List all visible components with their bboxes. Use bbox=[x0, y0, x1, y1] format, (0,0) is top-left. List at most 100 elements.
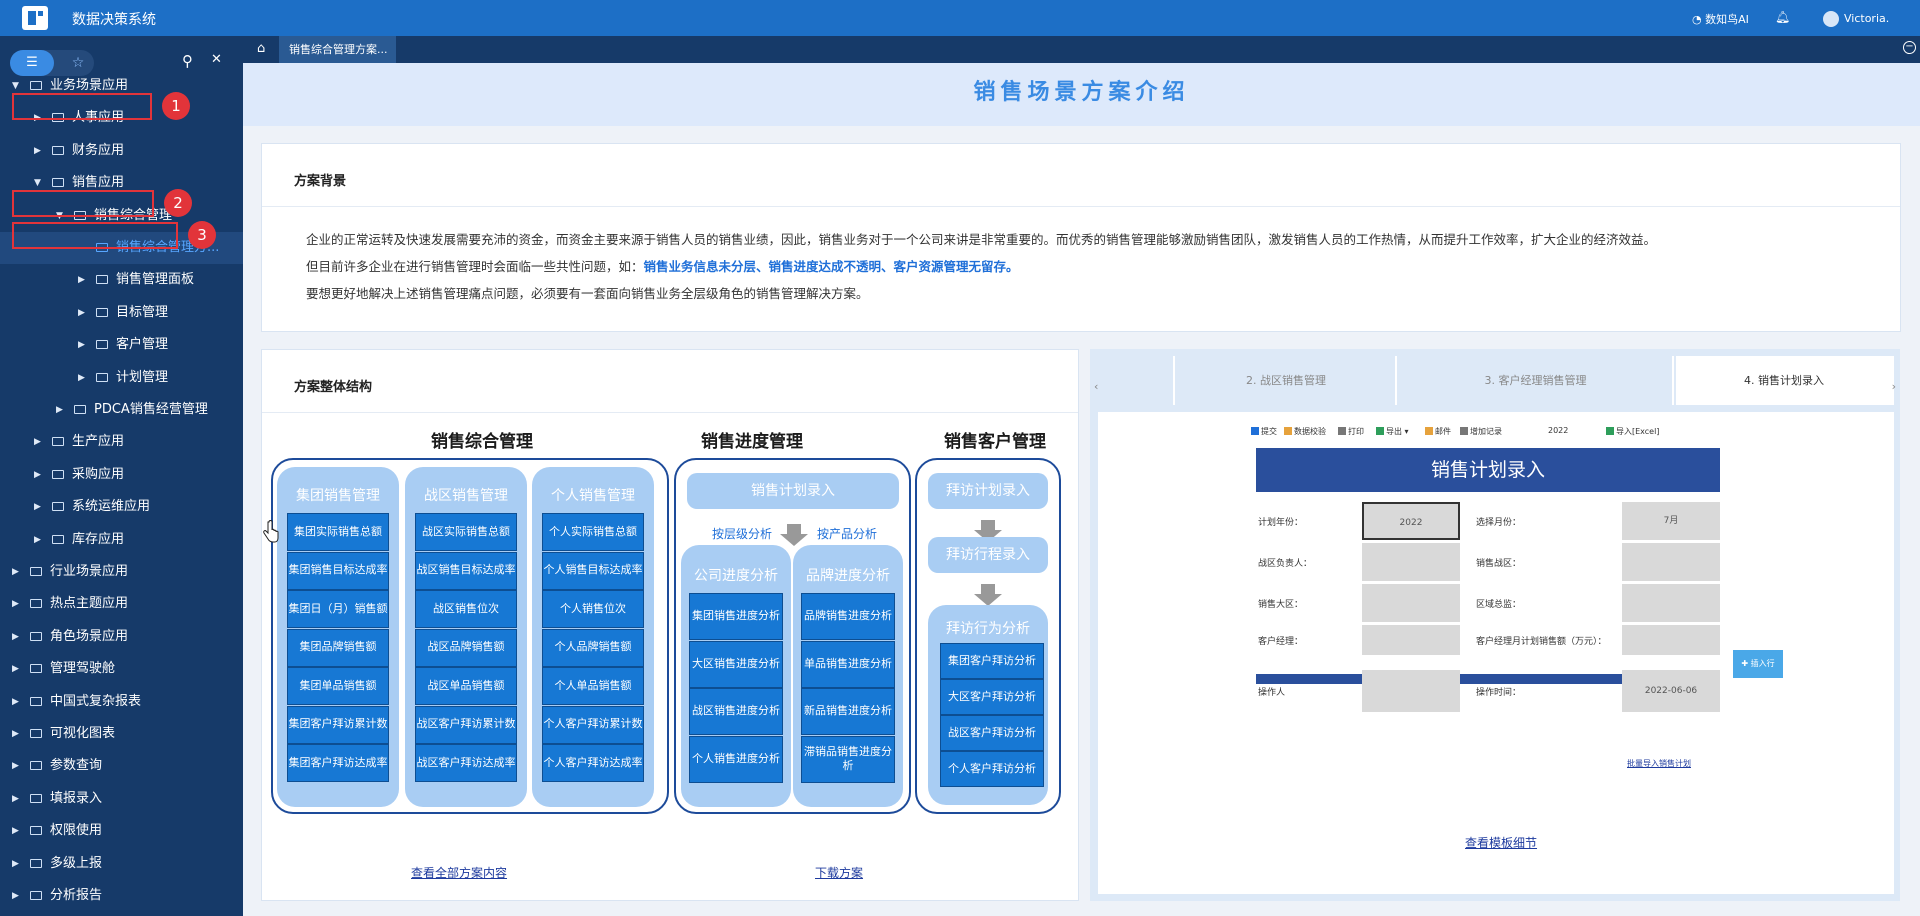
template-preview: 提交 数据校验 打印 导出 ▾ 邮件 增加记录 2022 导入[Excel] 销… bbox=[1098, 412, 1894, 894]
metric-cell: 集团销售进度分析 bbox=[689, 593, 783, 640]
chevron-right-icon[interactable]: ▶ bbox=[34, 426, 41, 458]
sidebar-item[interactable]: ▶ PDCA销售经营管理 bbox=[0, 394, 243, 426]
sidebar-item[interactable]: ▶ 销售管理面板 bbox=[0, 264, 243, 296]
user-menu[interactable]: Victoria. bbox=[1823, 11, 1889, 27]
batch-import-link[interactable]: 批量导入销售计划 bbox=[1627, 758, 1691, 769]
sidebar-item-label: 行业场景应用 bbox=[50, 564, 129, 579]
sidebar-item[interactable]: ▶ 生产应用 bbox=[0, 426, 243, 458]
tab-sales-overview[interactable]: 销售综合管理方案... bbox=[279, 36, 396, 63]
sidebar-item-label: 权限使用 bbox=[50, 823, 103, 839]
bell-icon[interactable]: 🔔︎ bbox=[1775, 10, 1790, 24]
chevron-right-icon[interactable]: ▶ bbox=[34, 491, 41, 523]
sidebar-item[interactable]: ▶ 参数查询 bbox=[0, 750, 243, 782]
card-title: 方案整体结构 bbox=[294, 380, 373, 395]
sidebar-item[interactable]: ▶ 分析报告 bbox=[0, 880, 243, 912]
chevron-right-icon[interactable]: ▶ bbox=[12, 653, 19, 685]
tab-prev[interactable] bbox=[1105, 356, 1175, 405]
sidebar-item[interactable]: ▶ 管理驾驶舱 bbox=[0, 653, 243, 685]
section-title: 销售综合管理 bbox=[431, 432, 533, 452]
chevron-right-icon[interactable]: ▶ bbox=[34, 459, 41, 491]
toolbar-print[interactable]: 打印 bbox=[1338, 426, 1364, 437]
sidebar-item[interactable]: ▶ 热点主题应用 bbox=[0, 588, 243, 620]
search-icon[interactable]: ⚲ bbox=[182, 52, 193, 70]
region-head-field[interactable] bbox=[1622, 584, 1720, 622]
ai-assistant-button[interactable]: ◔ 数知鸟AI bbox=[1692, 11, 1749, 27]
view-all-link[interactable]: 查看全部方案内容 bbox=[411, 864, 507, 881]
chevron-right-icon[interactable]: ▶ bbox=[12, 815, 19, 847]
collapse-icon[interactable]: − bbox=[1903, 41, 1916, 54]
download-link[interactable]: 下载方案 bbox=[815, 864, 863, 881]
toolbar-submit[interactable]: 提交 bbox=[1251, 426, 1277, 437]
chevron-right-icon[interactable]: ▶ bbox=[34, 524, 41, 556]
manager-field[interactable] bbox=[1362, 625, 1460, 655]
metric-cell: 滞销品销售进度分析 bbox=[801, 735, 895, 783]
sidebar-item[interactable]: ▶ 角色场景应用 bbox=[0, 621, 243, 653]
zone-owner-field[interactable] bbox=[1362, 543, 1460, 581]
metric-cell: 大区销售进度分析 bbox=[689, 640, 783, 688]
view-template-link[interactable]: 查看模板细节 bbox=[1465, 834, 1537, 851]
toolbar-validate[interactable]: 数据校验 bbox=[1284, 426, 1326, 437]
sidebar-item[interactable]: ▶ 填报录入 bbox=[0, 783, 243, 815]
toolbar-year[interactable]: 2022 bbox=[1548, 426, 1568, 435]
metric-cell: 集团日（月）销售额 bbox=[287, 590, 389, 628]
folder-icon bbox=[30, 858, 42, 868]
folder-icon bbox=[96, 307, 108, 317]
chevron-right-icon[interactable]: ▶ bbox=[12, 588, 19, 620]
toolbar-mail[interactable]: 邮件 bbox=[1425, 426, 1451, 437]
chevron-right-icon[interactable]: › bbox=[1892, 380, 1896, 393]
chevron-right-icon[interactable]: ▶ bbox=[78, 297, 85, 329]
app-title: 数据决策系统 bbox=[72, 12, 156, 28]
tab-manager[interactable]: 3. 客户经理销售管理 bbox=[1399, 356, 1674, 405]
sidebar-item[interactable]: ▶ 财务应用 bbox=[0, 135, 243, 167]
chevron-right-icon[interactable]: ▶ bbox=[78, 264, 85, 296]
chevron-right-icon[interactable]: ▶ bbox=[12, 848, 19, 880]
sidebar-item[interactable]: ▶ 客户管理 bbox=[0, 329, 243, 361]
chevron-right-icon[interactable]: ▶ bbox=[12, 880, 19, 912]
toolbar-import-excel[interactable]: 导入[Excel] bbox=[1606, 426, 1659, 437]
chevron-right-icon[interactable]: ▶ bbox=[12, 783, 19, 815]
sidebar-item[interactable]: ▶ 多级上报 bbox=[0, 848, 243, 880]
month-field[interactable]: 7月 bbox=[1622, 502, 1720, 540]
sidebar-item[interactable]: ▶ 库存应用 bbox=[0, 524, 243, 556]
pin-icon[interactable]: ✕ bbox=[211, 52, 222, 67]
chevron-right-icon[interactable]: ▶ bbox=[78, 329, 85, 361]
manager-amount-field[interactable] bbox=[1622, 625, 1720, 655]
sidebar-item[interactable]: ▶ 采购应用 bbox=[0, 459, 243, 491]
field-label: 操作人 bbox=[1258, 688, 1286, 698]
region-field[interactable] bbox=[1362, 584, 1460, 622]
tab-plan-entry[interactable]: 4. 销售计划录入 bbox=[1676, 356, 1894, 405]
step-marker: 2 bbox=[164, 189, 192, 217]
field-label: 客户经理月计划销售额（万元）： bbox=[1476, 637, 1607, 647]
sidebar-item[interactable]: ▶ 计划管理 bbox=[0, 362, 243, 394]
tab-zone[interactable]: 2. 战区销售管理 bbox=[1177, 356, 1397, 405]
chevron-right-icon[interactable]: ▶ bbox=[12, 686, 19, 718]
chevron-right-icon[interactable]: ▶ bbox=[56, 394, 63, 426]
chevron-right-icon[interactable]: ▶ bbox=[12, 621, 19, 653]
toolbar-add-record[interactable]: 增加记录 bbox=[1460, 426, 1502, 437]
chevron-right-icon[interactable]: ▶ bbox=[78, 362, 85, 394]
calculator-icon bbox=[52, 145, 64, 155]
down-arrow-icon bbox=[780, 524, 808, 546]
chevron-right-icon[interactable]: ▶ bbox=[12, 718, 19, 750]
sidebar-item-label: 参数查询 bbox=[50, 758, 103, 774]
sidebar-item[interactable]: ▶ 中国式复杂报表 bbox=[0, 686, 243, 718]
pain-points: 销售业务信息未分层、销售进度达成不透明、客户资源管理无留存。 bbox=[643, 259, 1019, 274]
chevron-right-icon[interactable]: ▶ bbox=[12, 750, 19, 782]
year-field[interactable]: 2022 bbox=[1362, 502, 1460, 540]
chevron-left-icon[interactable]: ‹ bbox=[1094, 380, 1098, 393]
insert-row-button[interactable]: ✚ 插入行 bbox=[1733, 650, 1783, 678]
structure-card: 方案整体结构 销售综合管理 销售进度管理 销售客户管理 集团销售管理 集团实际销售… bbox=[261, 349, 1079, 901]
sidebar-item[interactable]: ▶ 行业场景应用 bbox=[0, 556, 243, 588]
app-logo[interactable] bbox=[22, 6, 48, 30]
metric-cell: 集团客户拜访达成率 bbox=[287, 744, 389, 782]
chevron-right-icon[interactable]: ▶ bbox=[34, 135, 41, 167]
sidebar-item[interactable]: ▶ 系统运维应用 bbox=[0, 491, 243, 523]
sidebar-item[interactable]: ▶ 目标管理 bbox=[0, 297, 243, 329]
chevron-right-icon[interactable]: ▶ bbox=[12, 556, 19, 588]
toolbar-export[interactable]: 导出 ▾ bbox=[1376, 426, 1409, 437]
zone-field[interactable] bbox=[1622, 543, 1720, 581]
field-label: 客户经理： bbox=[1258, 637, 1304, 647]
sidebar-item[interactable]: ▶ 可视化图表 bbox=[0, 718, 243, 750]
sidebar-item[interactable]: ▶ 权限使用 bbox=[0, 815, 243, 847]
home-icon[interactable]: ⌂ bbox=[257, 41, 265, 56]
